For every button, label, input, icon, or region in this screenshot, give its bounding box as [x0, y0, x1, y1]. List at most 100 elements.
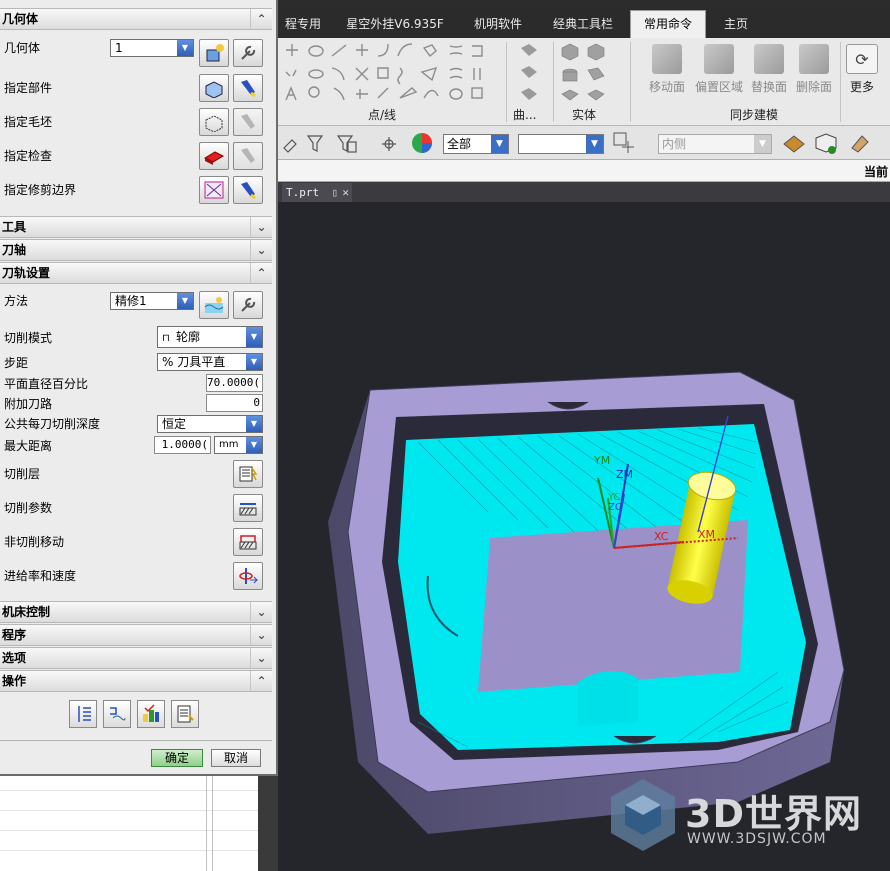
specify-trim-button[interactable]: [199, 176, 229, 204]
navigator-row: [0, 850, 258, 851]
cut-levels-button[interactable]: [233, 460, 263, 488]
navigator-column: [212, 776, 213, 871]
ym-axis-label: YM: [593, 454, 610, 467]
method-select[interactable]: 精修1 ▼: [110, 292, 194, 310]
chevron-down-icon[interactable]: ⌄: [250, 648, 272, 668]
replay-button[interactable]: [103, 700, 131, 728]
pin-icon[interactable]: ▯: [331, 183, 338, 202]
section-tool-axis[interactable]: 刀轴 ⌄: [0, 239, 272, 261]
selection-bar: 全部 ▼ ▼ 内侧 ▼: [278, 126, 890, 160]
show-trim-button[interactable]: [233, 176, 263, 204]
depth-per-cut-select[interactable]: 恒定 ▼: [157, 415, 263, 433]
tab-classic-toolbar[interactable]: 经典工具栏: [543, 11, 623, 38]
chevron-down-icon: ▼: [246, 354, 262, 370]
tab-home[interactable]: 主页: [714, 11, 758, 38]
tab-jiming-software[interactable]: 机明软件: [463, 11, 533, 38]
more-button[interactable]: ⟳ 更多: [844, 44, 880, 95]
flashlight-icon: [241, 148, 255, 163]
navigator-row: [0, 810, 258, 811]
chevron-up-icon[interactable]: ⌃: [250, 671, 272, 691]
chevron-down-icon[interactable]: ⌄: [250, 602, 272, 622]
chevron-down-icon: ▼: [246, 327, 262, 347]
replace-face-button[interactable]: 替换面: [747, 44, 791, 95]
replay-icon: [110, 707, 126, 721]
section-tool[interactable]: 工具 ⌄: [0, 216, 272, 238]
edit-method-button[interactable]: [233, 291, 263, 319]
flat-diameter-pct-input[interactable]: 70.0000(: [206, 374, 263, 392]
cut-pattern-value: 轮廓: [176, 330, 201, 344]
graphics-viewport[interactable]: YM ZM YC ZC XC XM: [278, 202, 890, 871]
trim-boundary-icon: [204, 181, 224, 199]
chevron-down-icon[interactable]: ⌄: [250, 217, 272, 237]
selection-scope-select[interactable]: ▼: [518, 134, 604, 154]
curve-tool-icons[interactable]: [282, 42, 502, 110]
chevron-down-icon: ▼: [177, 293, 193, 309]
section-program[interactable]: 程序 ⌄: [0, 624, 272, 646]
section-geometry-title: 几何体: [2, 12, 39, 26]
move-face-label: 移动面: [648, 80, 685, 94]
chevron-up-icon[interactable]: ⌃: [250, 263, 272, 283]
chevron-down-icon: ▼: [177, 40, 193, 56]
tab-common-commands[interactable]: 常用命令: [630, 10, 706, 39]
color-filter-icon[interactable]: [410, 131, 434, 155]
type-filter-select[interactable]: 全部 ▼: [443, 134, 509, 154]
section-tool-axis-title: 刀轴: [2, 243, 27, 257]
delete-face-icon: [799, 44, 829, 74]
group-label-solid: 实体: [572, 108, 597, 122]
snap-point-icon[interactable]: [612, 131, 642, 155]
xc-axis-label: XC: [654, 530, 669, 543]
view-tool-icons[interactable]: [780, 130, 888, 156]
close-icon[interactable]: ✕: [342, 183, 349, 202]
delete-face-button[interactable]: 删除面: [792, 44, 836, 95]
chevron-down-icon: ▼: [586, 135, 603, 153]
cancel-button[interactable]: 取消: [211, 749, 261, 767]
max-distance-input[interactable]: 1.0000(: [154, 436, 211, 454]
specify-check-button[interactable]: [199, 142, 229, 170]
tab-xingkong-plugin[interactable]: 星空外挂V6.935F: [340, 11, 450, 38]
list-button[interactable]: [171, 700, 199, 728]
ok-button[interactable]: 确定: [151, 749, 203, 767]
show-part-button[interactable]: [233, 74, 263, 102]
zm-axis-label: ZM: [616, 468, 633, 481]
show-blank-button[interactable]: [233, 108, 263, 136]
offset-region-button[interactable]: 偏置区域: [693, 44, 745, 95]
stepover-label: 步距: [4, 356, 29, 370]
section-program-title: 程序: [2, 628, 27, 642]
inside-select[interactable]: 内侧 ▼: [658, 134, 772, 154]
extra-passes-input[interactable]: 0: [206, 394, 263, 412]
section-actions[interactable]: 操作 ⌃: [0, 670, 272, 692]
move-face-button[interactable]: 移动面: [645, 44, 689, 95]
feeds-speeds-button[interactable]: [233, 562, 263, 590]
generate-button[interactable]: [69, 700, 97, 728]
section-path-settings[interactable]: 刀轨设置 ⌃: [0, 262, 272, 284]
section-geometry[interactable]: 几何体 ⌃: [0, 8, 272, 30]
chevron-down-icon[interactable]: ⌄: [250, 240, 272, 260]
section-machine-control[interactable]: 机床控制 ⌄: [0, 601, 272, 623]
specify-blank-button[interactable]: [199, 108, 229, 136]
new-method-button[interactable]: [199, 291, 229, 319]
file-tab[interactable]: T.prt ▯ ✕: [282, 183, 352, 202]
tab-programming[interactable]: 程专用: [278, 11, 328, 38]
current-label: 当前: [863, 165, 888, 179]
flashlight-icon: [241, 114, 255, 129]
type-filter-value: 全部: [447, 137, 472, 151]
cut-pattern-select[interactable]: ⊓ 轮廓 ▼: [157, 326, 263, 348]
max-distance-unit-select[interactable]: mm ▼: [214, 436, 263, 454]
chevron-up-icon[interactable]: ⌃: [250, 9, 272, 29]
curve-group-icons[interactable]: [518, 42, 540, 110]
section-options[interactable]: 选项 ⌄: [0, 647, 272, 669]
solid-group-icons[interactable]: [560, 42, 620, 110]
specify-part-button[interactable]: [199, 74, 229, 102]
non-cutting-moves-button[interactable]: [233, 528, 263, 556]
stepover-select[interactable]: % 刀具平直 ▼: [157, 353, 263, 371]
chevron-down-icon[interactable]: ⌄: [250, 625, 272, 645]
new-geometry-button[interactable]: [199, 39, 229, 67]
geometry-select[interactable]: 1 ▼: [110, 39, 194, 57]
specify-check-label: 指定检查: [4, 149, 53, 163]
show-check-button[interactable]: [233, 142, 263, 170]
section-path-settings-title: 刀轨设置: [2, 266, 51, 280]
part-navigator: [0, 776, 258, 871]
cut-parameters-button[interactable]: [233, 494, 263, 522]
verify-button[interactable]: [137, 700, 165, 728]
edit-geometry-button[interactable]: [233, 39, 263, 67]
